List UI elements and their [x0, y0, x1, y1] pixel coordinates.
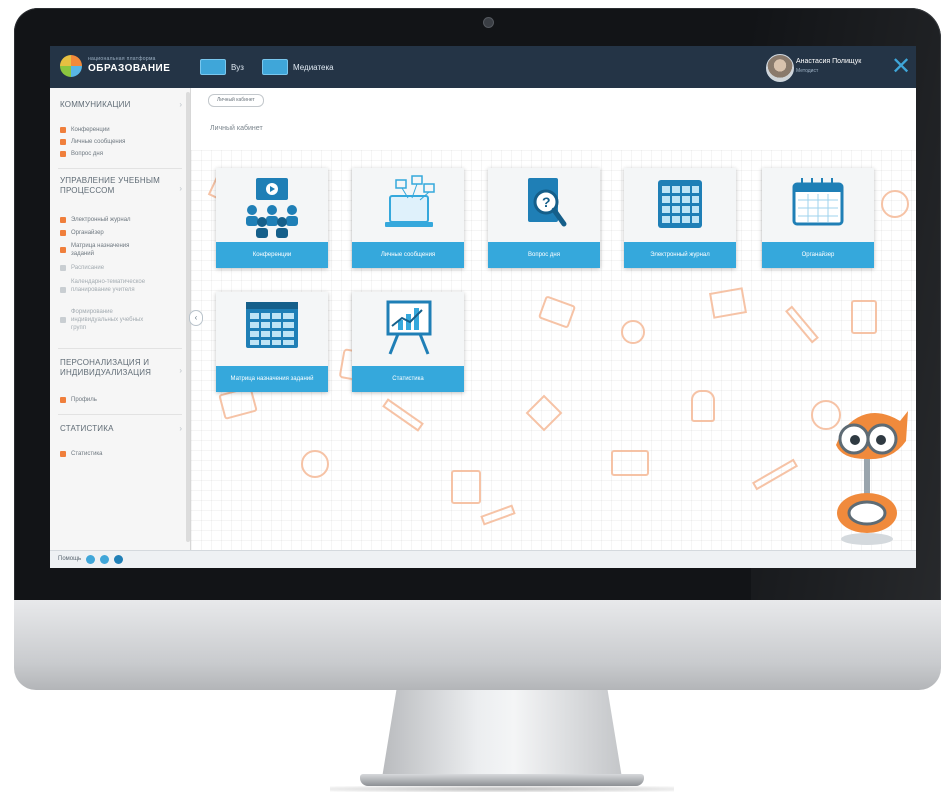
- sidebar-section-statistics[interactable]: СТАТИСТИКА: [60, 424, 114, 434]
- gradebook-icon: [624, 168, 736, 242]
- profile-icon: [60, 397, 66, 403]
- blackboard-icon: [200, 59, 226, 75]
- nav-link-label: Медиатека: [293, 62, 334, 72]
- chevron-icon[interactable]: ›: [179, 424, 182, 433]
- logo-icon[interactable]: [60, 55, 82, 77]
- sidebar-item-label: Расписание: [71, 265, 105, 271]
- tile-matrix[interactable]: Матрица назначения заданий: [216, 292, 328, 392]
- monitor-stand: [382, 690, 622, 778]
- webcam: [483, 17, 494, 28]
- doodle-pencil-icon: [480, 504, 516, 526]
- statistics-icon: [60, 451, 66, 457]
- doodle-circle-icon: [621, 320, 645, 344]
- schedule-icon: [60, 265, 66, 271]
- messages-icon: [60, 139, 66, 145]
- doodle-book-icon: [537, 295, 577, 329]
- collapse-sidebar-icon[interactable]: ‹: [189, 310, 203, 326]
- nav-link-media[interactable]: Медиатека: [262, 59, 334, 75]
- doodle-ruler-icon: [751, 458, 799, 491]
- matrix-icon: [60, 247, 66, 253]
- doodle-laptop-icon: [611, 450, 649, 476]
- tile-messages[interactable]: Личные сообщения: [352, 168, 464, 268]
- tile-gradebook[interactable]: Электронный журнал: [624, 168, 736, 268]
- tile-statistics[interactable]: Статистика: [352, 292, 464, 392]
- tile-label: Органайзер: [762, 242, 874, 268]
- user-name[interactable]: Анастасия Полищук: [796, 58, 861, 65]
- tile-label: Личные сообщения: [352, 242, 464, 268]
- sidebar-item-label: Конференции: [71, 127, 110, 133]
- gradebook-icon: [60, 217, 66, 223]
- bottom-bar: Помощь: [50, 550, 916, 568]
- chevron-icon[interactable]: ›: [179, 184, 182, 193]
- logo-subtitle: национальная платформа: [88, 56, 156, 62]
- doodle-circle-icon: [301, 450, 329, 478]
- conference-icon: [216, 168, 328, 242]
- info-icon[interactable]: [114, 555, 123, 564]
- user-role: Методист: [796, 68, 819, 74]
- owl-mascot[interactable]: [822, 401, 912, 551]
- tile-label: Конференции: [216, 242, 328, 268]
- tile-label: Матрица назначения заданий: [216, 366, 328, 392]
- page-title: Личный кабинет: [210, 125, 263, 132]
- groups-icon: [60, 317, 66, 323]
- monitor-base: [360, 774, 644, 786]
- tile-label: Вопрос дня: [488, 242, 600, 268]
- planning-icon: [60, 287, 66, 293]
- doodle-bulb-icon: [691, 390, 715, 422]
- divider: [58, 168, 182, 169]
- divider: [58, 414, 182, 415]
- svg-text:?: ?: [542, 194, 551, 210]
- sidebar-section-personalization[interactable]: ПЕРСОНАЛИЗАЦИЯ И ИНДИВИДУАЛИЗАЦИЯ: [60, 358, 170, 378]
- question-book-icon: ?: [488, 168, 600, 242]
- media-icon: [262, 59, 288, 75]
- help-label[interactable]: Помощь: [58, 556, 81, 562]
- sidebar-item-label: Формирование индивидуальных учебных груп…: [71, 309, 144, 331]
- tile-conferences[interactable]: Конференции: [216, 168, 328, 268]
- sidebar-section-communications[interactable]: КОММУНИКАЦИИ: [60, 100, 131, 110]
- logo-title[interactable]: ОБРАЗОВАНИЕ: [88, 63, 170, 74]
- sidebar-item-label: Личные сообщения: [71, 139, 126, 145]
- avatar[interactable]: [766, 54, 794, 82]
- sidebar-item-label: Статистика: [71, 451, 103, 457]
- sidebar-item-label: Профиль: [71, 397, 97, 403]
- question-icon: [60, 151, 66, 157]
- monitor-chin: [14, 600, 941, 690]
- doodle-square-icon: [525, 394, 563, 432]
- calendar-icon: [60, 230, 66, 236]
- doodle-phone-icon: [851, 300, 877, 334]
- breadcrumb[interactable]: Личный кабинет: [208, 94, 264, 107]
- tools-icon[interactable]: [86, 555, 95, 564]
- close-icon[interactable]: ✕: [888, 52, 914, 82]
- nav-link-label: Вуз: [231, 62, 244, 72]
- sidebar-item-label: Вопрос дня: [71, 151, 103, 157]
- matrix-icon: [216, 292, 328, 366]
- doodle-tablet-icon: [709, 287, 747, 319]
- nav-link-vuz[interactable]: Вуз: [200, 59, 244, 75]
- tile-label: Электронный журнал: [624, 242, 736, 268]
- messages-icon: [352, 168, 464, 242]
- divider: [58, 348, 182, 349]
- calendar-icon: [762, 168, 874, 242]
- tile-organizer[interactable]: Органайзер: [762, 168, 874, 268]
- chevron-icon[interactable]: ›: [179, 366, 182, 375]
- sidebar: КОММУНИКАЦИИ › Конференции Личные сообще…: [50, 88, 191, 550]
- sidebar-item-label: Электронный журнал: [71, 217, 131, 223]
- sidebar-section-process[interactable]: УПРАВЛЕНИЕ УЧЕБНЫМ ПРОЦЕССОМ: [60, 176, 170, 196]
- statistics-icon: [352, 292, 464, 366]
- doodle-pen-icon: [785, 305, 819, 344]
- doodle-clock-icon: [881, 190, 909, 218]
- doodle-bag-icon: [451, 470, 481, 504]
- chevron-icon[interactable]: ›: [179, 100, 182, 109]
- conference-icon: [60, 127, 66, 133]
- top-bar: национальная платформа ОБРАЗОВАНИЕ Вуз М…: [50, 46, 916, 88]
- sidebar-item-label: Календарно-тематическое планирование учи…: [71, 279, 146, 293]
- tile-question[interactable]: ? Вопрос дня: [488, 168, 600, 268]
- doodle-pencil-icon: [382, 398, 424, 432]
- sidebar-item-label: Матрица назначения заданий: [71, 243, 130, 257]
- sidebar-item-label: Органайзер: [71, 230, 104, 236]
- app-screen: национальная платформа ОБРАЗОВАНИЕ Вуз М…: [50, 46, 916, 568]
- tile-label: Статистика: [352, 366, 464, 392]
- download-icon[interactable]: [100, 555, 109, 564]
- base-shadow: [330, 786, 674, 792]
